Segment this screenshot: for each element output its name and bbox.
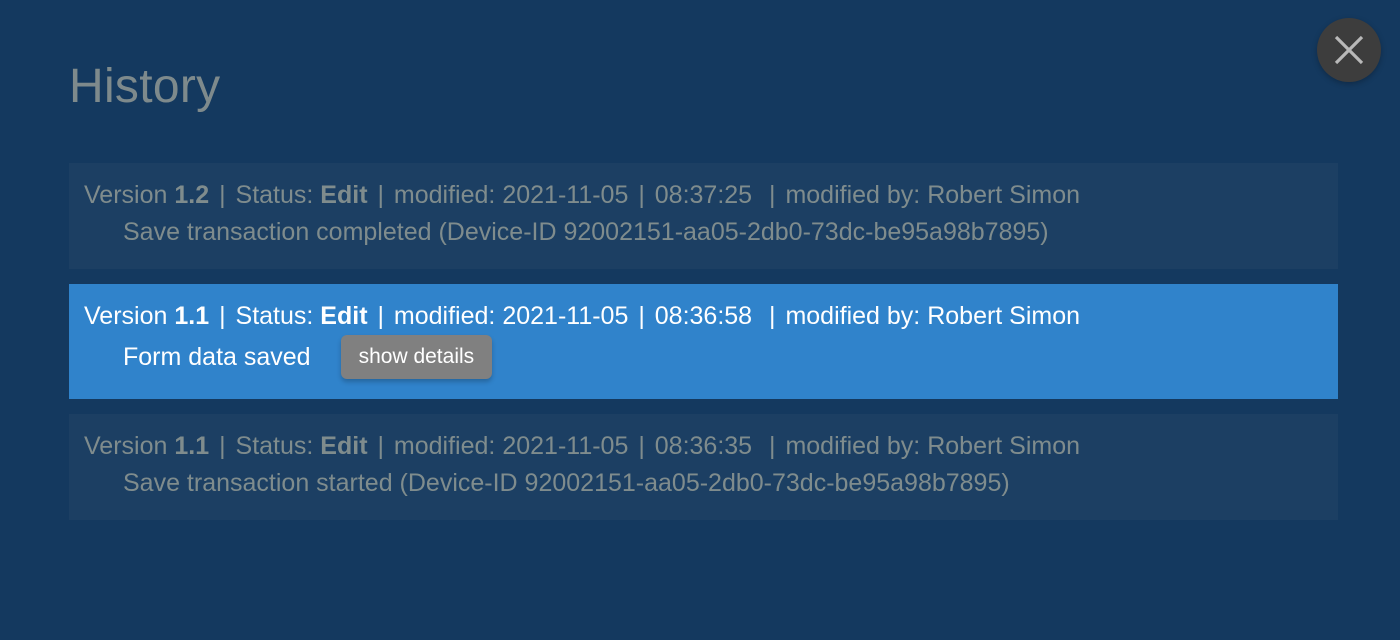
modified-date: 2021-11-05 bbox=[502, 302, 629, 330]
history-entry-meta: Version 1.2 | Status: Edit | modified: 2… bbox=[69, 177, 1338, 214]
modified-date: 2021-11-05 bbox=[502, 432, 629, 460]
field-separator: | bbox=[638, 432, 645, 460]
version-label: Version bbox=[84, 302, 168, 330]
modified-by-user: Robert Simon bbox=[927, 181, 1081, 209]
modified-by-user: Robert Simon bbox=[927, 432, 1081, 460]
field-separator: | bbox=[377, 181, 384, 209]
version-value: 1.1 bbox=[174, 302, 210, 330]
field-separator: | bbox=[219, 181, 226, 209]
history-entry[interactable]: Version 1.1 | Status: Edit | modified: 2… bbox=[69, 284, 1338, 399]
history-list: Version 1.2 | Status: Edit | modified: 2… bbox=[69, 163, 1338, 520]
modified-time: 08:36:35 bbox=[654, 432, 753, 460]
status-value: Edit bbox=[320, 432, 368, 460]
version-value: 1.2 bbox=[174, 181, 210, 209]
modified-time: 08:36:58 bbox=[654, 302, 753, 330]
field-separator: | bbox=[638, 181, 645, 209]
modified-label: modified: bbox=[393, 302, 496, 330]
history-entry[interactable]: Version 1.2 | Status: Edit | modified: 2… bbox=[69, 163, 1338, 269]
history-entry-description: Save transaction started (Device-ID 9200… bbox=[69, 465, 1338, 502]
status-label: Status: bbox=[235, 302, 314, 330]
history-entry-meta: Version 1.1 | Status: Edit | modified: 2… bbox=[69, 298, 1338, 335]
field-separator: | bbox=[769, 302, 776, 330]
version-label: Version bbox=[84, 432, 168, 460]
history-entry-description: Form data saved show details bbox=[69, 335, 1338, 379]
history-entry-meta: Version 1.1 | Status: Edit | modified: 2… bbox=[69, 428, 1338, 465]
version-label: Version bbox=[84, 181, 168, 209]
modified-by-user: Robert Simon bbox=[927, 302, 1081, 330]
modified-time: 08:37:25 bbox=[654, 181, 753, 209]
modified-by-label: modified by: bbox=[785, 302, 921, 330]
modified-date: 2021-11-05 bbox=[502, 181, 629, 209]
field-separator: | bbox=[377, 432, 384, 460]
history-entry-description-text: Save transaction completed (Device-ID 92… bbox=[123, 218, 1049, 246]
history-entry[interactable]: Version 1.1 | Status: Edit | modified: 2… bbox=[69, 414, 1338, 520]
history-entry-description: Save transaction completed (Device-ID 92… bbox=[69, 214, 1338, 251]
field-separator: | bbox=[219, 302, 226, 330]
status-value: Edit bbox=[320, 302, 368, 330]
field-separator: | bbox=[769, 432, 776, 460]
modified-label: modified: bbox=[393, 432, 496, 460]
history-entry-description-text: Save transaction started (Device-ID 9200… bbox=[123, 469, 1010, 497]
close-dialog-button[interactable] bbox=[1317, 18, 1381, 82]
history-entry-description-text: Form data saved bbox=[123, 342, 311, 371]
modified-by-label: modified by: bbox=[785, 432, 921, 460]
field-separator: | bbox=[219, 432, 226, 460]
modified-by-label: modified by: bbox=[785, 181, 921, 209]
status-label: Status: bbox=[235, 432, 314, 460]
page-title: History bbox=[69, 60, 221, 113]
modified-label: modified: bbox=[393, 181, 496, 209]
field-separator: | bbox=[377, 302, 384, 330]
field-separator: | bbox=[638, 302, 645, 330]
status-value: Edit bbox=[320, 181, 368, 209]
close-x-icon bbox=[1334, 35, 1364, 65]
show-details-button[interactable]: show details bbox=[340, 335, 493, 379]
field-separator: | bbox=[769, 181, 776, 209]
status-label: Status: bbox=[235, 181, 314, 209]
version-value: 1.1 bbox=[174, 432, 210, 460]
